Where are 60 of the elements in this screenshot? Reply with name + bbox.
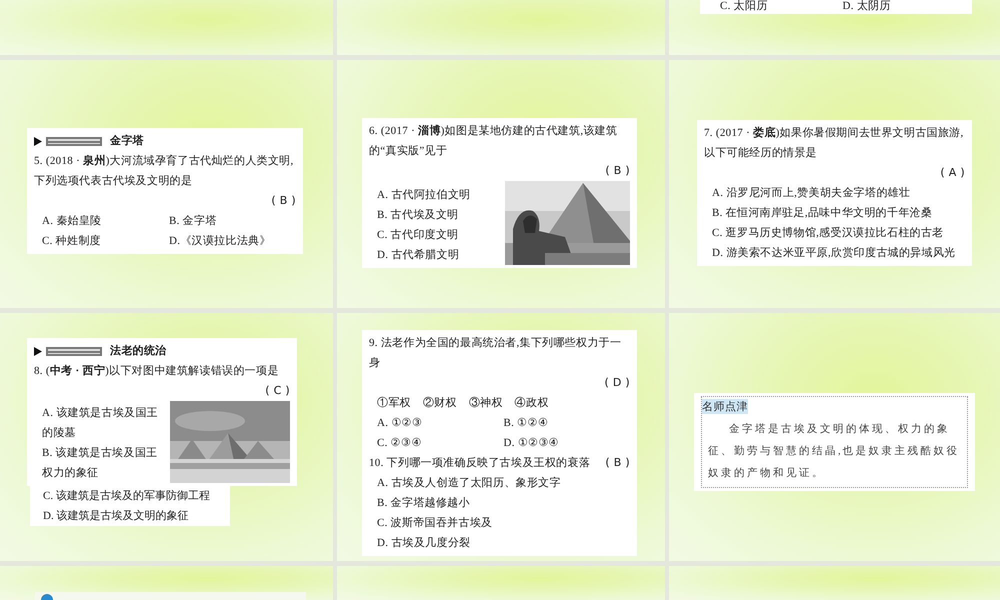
- option-text: ①军权: [377, 396, 411, 411]
- option-text: A. ①②③: [377, 416, 424, 431]
- slide-thumbnail[interactable]: [669, 566, 1000, 600]
- option-text: ③神权: [468, 396, 503, 411]
- slide-thumbnail[interactable]: [0, 0, 333, 55]
- option-text: C. 古代印度文明: [377, 228, 460, 243]
- slide-thumbnail[interactable]: 7. (2017 · 娄底)如果你暑假期间去世界文明古国旅游,以下可能经历的情景是 ( A ) A. 沿罗尼河而上,赞美胡夫金字塔的雄壮 B. 在恒河南岸驻足,品味中华文明的千年沧桑 C. 逛罗马历史博物馆,感受汉谟拉比石柱的古老 D. 游美索不达米亚平原,欣赏印度古城的异域风光: [669, 60, 1000, 308]
- section-heading: 金字塔: [110, 133, 144, 149]
- option-text: B. 该建筑是古埃及国王权力的象征: [42, 446, 158, 481]
- note-title: 名师点津: [702, 399, 748, 414]
- option-text: A. 秦始皇陵: [42, 214, 103, 229]
- question-text: 8. (中考 · 西宁)以下对图中建筑解读错误的一项是: [34, 364, 280, 379]
- question-text: 7. (2017 · 娄底)如果你暑假期间去世界文明古国旅游,以下可能经历的情景是: [704, 126, 965, 161]
- option-text: D. 游美索不达米亚平原,欣赏印度古城的异域风光: [712, 246, 956, 261]
- option-text: C. 太阳历: [720, 0, 769, 13]
- slide-thumbnail[interactable]: [337, 0, 665, 55]
- option-text: D.《汉谟拉比法典》: [169, 234, 272, 249]
- option-text: C. 该建筑是古埃及的军事防御工程: [43, 488, 211, 504]
- option-text: D. 古埃及几度分裂: [377, 536, 472, 551]
- question-text: 10. 下列哪一项准确反映了古埃及王权的衰落: [369, 456, 590, 471]
- option-text: C. 种姓制度: [42, 234, 102, 249]
- option-text: C. 波斯帝国吞并古埃及: [377, 516, 494, 531]
- option-text: A. 古埃及人创造了太阳历、象形文字: [377, 476, 562, 491]
- option-text: B. 金字塔: [169, 214, 218, 229]
- option-text: D. 古代希腊文明: [377, 248, 460, 263]
- section-heading: 法老的统治: [110, 343, 166, 359]
- slide-thumbnail[interactable]: 法老的统治 8. (中考 · 西宁)以下对图中建筑解读错误的一项是 ( C ) A. 该建筑是古埃及国王的陵墓 B. 该建筑是古埃及国王权力的象征 C. 该建筑是古埃及的军事防御工程 D. 该建筑是古埃及文明的象征: [0, 313, 333, 561]
- slide-thumbnail[interactable]: [0, 566, 333, 600]
- slide-thumbnail[interactable]: 名师点津 金字塔是古埃及文明的体现、权力的象征、勤劳与智慧的结晶,也是奴隶主残酷奴役奴隶的产物和见证。: [669, 313, 1000, 561]
- option-text: B. ①②④: [504, 416, 550, 431]
- slide-thumbnail[interactable]: 金字塔 5. (2018 · 泉州)大河流域孕育了古代灿烂的人类文明,下列选项代表古代埃及文明的是 ( B ) A. 秦始皇陵 B. 金字塔 C. 种姓制度 D.《汉谟拉比法典》: [0, 60, 333, 308]
- option-text: D. ①②③④: [504, 436, 560, 451]
- answer-text: ( B ): [270, 193, 296, 209]
- answer-text: ( D ): [603, 375, 630, 391]
- option-text: A. 该建筑是古埃及国王的陵墓: [42, 406, 160, 441]
- option-text: B. 在恒河南岸驻足,品味中华文明的千年沧桑: [712, 206, 934, 221]
- option-text: A. 古代阿拉伯文明: [377, 188, 470, 203]
- slide-thumbnail[interactable]: C. 太阳历 D. 太阴历: [669, 0, 1000, 55]
- answer-text: ( B ): [605, 455, 630, 471]
- question-text: 6. (2017 · 淄博)如图是某地仿建的古代建筑,该建筑的“真实版”见于: [369, 124, 618, 159]
- option-text: C. 逛罗马历史博物馆,感受汉谟拉比石柱的古老: [712, 226, 944, 241]
- note-text: 金字塔是古埃及文明的体现、权力的象征、勤劳与智慧的结晶,也是奴隶主残酷奴役奴隶的产物和见证。: [708, 422, 961, 481]
- option-text: ④政权: [514, 396, 549, 411]
- slide-thumbnail[interactable]: [337, 566, 665, 600]
- answer-text: ( C ): [264, 383, 290, 399]
- option-text: A. 沿罗尼河而上,赞美胡夫金字塔的雄壮: [712, 186, 912, 201]
- label-badge-icon: [34, 136, 104, 146]
- question-text: 5. (2018 · 泉州)大河流域孕育了古代灿烂的人类文明,下列选项代表古代埃及文明的是: [34, 154, 295, 189]
- slide-thumbnail[interactable]: 6. (2017 · 淄博)如图是某地仿建的古代建筑,该建筑的“真实版”见于 ( B ) A. 古代阿拉伯文明 B. 古代埃及文明 C. 古代印度文明 D. 古代希腊文明: [337, 60, 665, 308]
- slide-thumbnail[interactable]: 9. 法老作为全国的最高统治者,集下列哪些权力于一身 ( D ) ①军权 ②财权 ③神权 ④政权 A. ①②③ B. ①②④ C. ②③④ D. ①②③④ 10. 下列哪一项准确反映了古埃及王权的衰落 ( B ) A. 古埃及人创造了太阳历、象形文字 B. 金字塔越修越小 C. 波斯帝国吞并古埃及 D. 古埃及几度分裂: [337, 313, 665, 561]
- option-text: ②财权: [422, 396, 457, 411]
- option-text: B. 金字塔越修越小: [377, 496, 471, 511]
- option-text: C. ②③④: [377, 436, 423, 451]
- option-text: B. 古代埃及文明: [377, 208, 460, 223]
- option-text: D. 该建筑是古埃及文明的象征: [43, 508, 190, 524]
- answer-text: ( A ): [939, 165, 965, 181]
- answer-text: ( B ): [604, 163, 630, 179]
- label-badge-icon: [34, 346, 104, 356]
- option-text: D. 太阴历: [842, 0, 892, 13]
- question-text: 9. 法老作为全国的最高统治者,集下列哪些权力于一身: [369, 336, 622, 371]
